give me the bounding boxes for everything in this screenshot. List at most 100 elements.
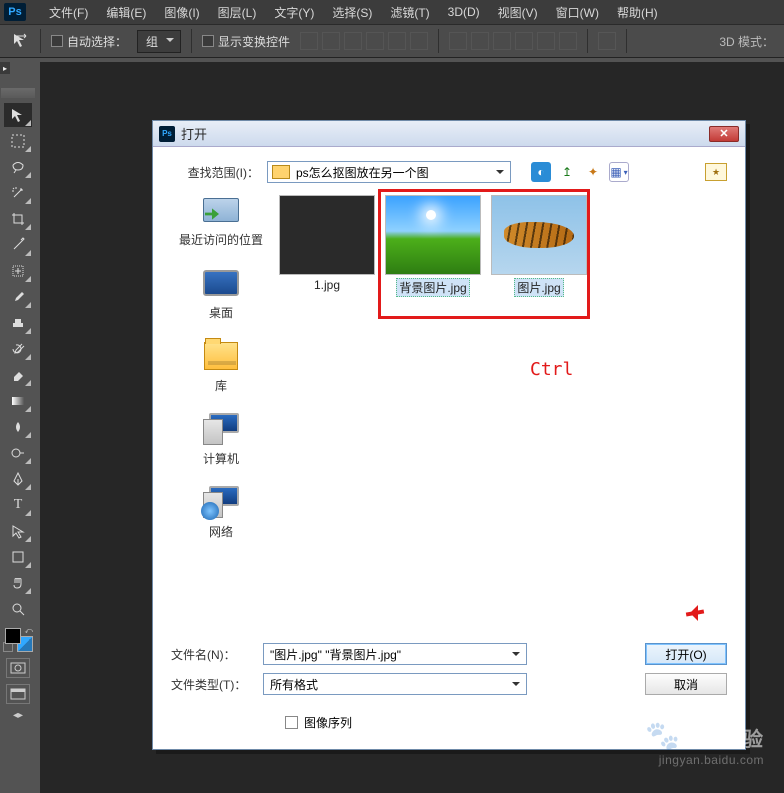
nav-network-label: 网络 [209,523,233,540]
type-tool[interactable]: T [4,493,32,517]
dialog-title-text: 打开 [181,124,207,143]
lookin-toolbar: ◐ ↥ ✦ ▦▾ [531,162,629,182]
hand-tool[interactable] [4,571,32,595]
menu-select[interactable]: 选择(S) [323,4,381,21]
pen-tool[interactable] [4,467,32,491]
auto-align-icon [598,32,616,50]
screen-mode-toggle[interactable] [6,684,30,704]
image-sequence-checkbox[interactable]: 图像序列 [285,714,352,731]
places-sidebar: 最近访问的位置 桌面 库 计算机 网络 [171,191,271,651]
nav-recent[interactable]: 最近访问的位置 [176,193,266,248]
history-brush-tool[interactable] [4,337,32,361]
up-one-level-button[interactable]: ↥ [557,162,577,182]
menu-image[interactable]: 图像(I) [155,4,208,21]
tools-panel-grip[interactable] [1,88,35,98]
auto-select-label: 自动选择： [67,33,127,50]
filetype-label: 文件类型(T)： [171,676,257,693]
eraser-tool[interactable] [4,363,32,387]
menu-view[interactable]: 视图(V) [489,4,547,21]
computer-icon [201,412,241,446]
lasso-tool[interactable] [4,155,32,179]
file-thumbnail [491,195,587,275]
separator [40,29,41,53]
menu-type[interactable]: 文字(Y) [265,4,323,21]
separator [626,29,627,53]
swap-colors-icon[interactable]: ⤺ [24,626,33,636]
zoom-tool[interactable] [4,597,32,621]
blur-tool[interactable] [4,415,32,439]
healing-brush-tool[interactable] [4,259,32,283]
file-item[interactable]: 1.jpg [276,191,378,301]
new-folder-button[interactable]: ✦ [583,162,603,182]
menu-file[interactable]: 文件(F) [40,4,97,21]
menu-layer[interactable]: 图层(L) [209,4,266,21]
file-list[interactable]: 1.jpg 背景图片.jpg 图片.jpg Ctrl [271,191,727,651]
watermark-url: jingyan.baidu.com [646,753,764,767]
photoshop-logo: Ps [4,3,26,21]
nav-desktop[interactable]: 桌面 [176,266,266,321]
nav-library[interactable]: 库 [176,339,266,394]
open-dialog: Ps 打开 ✕ 查找范围(I)： ps怎么抠图放在另一个图 ◐ ↥ ✦ ▦▾ ★… [152,120,746,750]
distribute-icons [449,32,577,50]
eyedropper-tool[interactable] [4,233,32,257]
panel-expand-toggle[interactable]: ▸ [0,62,10,74]
options-bar: 自动选择： 组 显示变换控件 3D 模式： [0,24,784,58]
filename-input[interactable]: "图片.jpg" "背景图片.jpg" [263,643,527,665]
filename-label: 文件名(N)： [171,646,257,663]
annotation-arrow [684,603,714,623]
tools-panel: T ⤺ ◂▸ [0,84,36,721]
nav-computer[interactable]: 计算机 [176,412,266,467]
gradient-tool[interactable] [4,389,32,413]
magic-wand-tool[interactable] [4,181,32,205]
color-swatches[interactable]: ⤺ [3,626,33,652]
clone-stamp-tool[interactable] [4,311,32,335]
dodge-tool[interactable] [4,441,32,465]
foreground-color[interactable] [5,628,21,644]
network-icon [201,485,241,519]
back-button[interactable]: ◐ [531,162,551,182]
auto-select-target-dropdown[interactable]: 组 [137,30,181,53]
file-name: 背景图片.jpg [396,278,469,297]
menu-3d[interactable]: 3D(D) [439,5,489,19]
checkbox-icon [285,716,298,729]
menu-edit[interactable]: 编辑(E) [97,4,155,21]
menu-bar: Ps 文件(F) 编辑(E) 图像(I) 图层(L) 文字(Y) 选择(S) 滤… [0,0,784,24]
auto-select-checkbox[interactable]: 自动选择： [51,33,127,50]
watermark-brand-cn: 经验 [722,729,764,751]
close-button[interactable]: ✕ [709,126,739,142]
open-button-label: 打开(O) [665,646,706,663]
dialog-app-icon: Ps [159,126,175,142]
library-icon [201,339,241,373]
view-menu-button[interactable]: ▦▾ [609,162,629,182]
separator [587,29,588,53]
filename-value: "图片.jpg" "背景图片.jpg" [270,646,401,663]
open-button[interactable]: 打开(O) [645,643,727,665]
lookin-dropdown[interactable]: ps怎么抠图放在另一个图 [267,161,511,183]
menu-window[interactable]: 窗口(W) [547,4,608,21]
marquee-tool[interactable] [4,129,32,153]
nav-library-label: 库 [215,377,227,394]
show-transform-checkbox[interactable]: 显示变换控件 [202,33,290,50]
separator [191,29,192,53]
dialog-titlebar[interactable]: Ps 打开 ✕ [153,121,745,147]
menu-filter[interactable]: 滤镜(T) [381,4,438,21]
shape-tool[interactable] [4,545,32,569]
show-transform-label: 显示变换控件 [218,33,290,50]
nav-network[interactable]: 网络 [176,485,266,540]
file-browser: 最近访问的位置 桌面 库 计算机 网络 [171,191,727,651]
path-selection-tool[interactable] [4,519,32,543]
quick-mask-toggle[interactable] [6,658,30,678]
tools-collapse-toggle[interactable]: ◂▸ [13,710,23,721]
file-item[interactable]: 背景图片.jpg [382,191,484,301]
crop-tool[interactable] [4,207,32,231]
nav-desktop-label: 桌面 [209,304,233,321]
cancel-button[interactable]: 取消 [645,673,727,695]
hint-icon[interactable]: ★ [705,163,727,181]
move-tool[interactable] [4,103,32,127]
menu-help[interactable]: 帮助(H) [608,4,667,21]
separator [438,29,439,53]
filetype-dropdown[interactable]: 所有格式 [263,673,527,695]
brush-tool[interactable] [4,285,32,309]
file-item[interactable]: 图片.jpg [488,191,590,301]
folder-icon [272,165,290,179]
